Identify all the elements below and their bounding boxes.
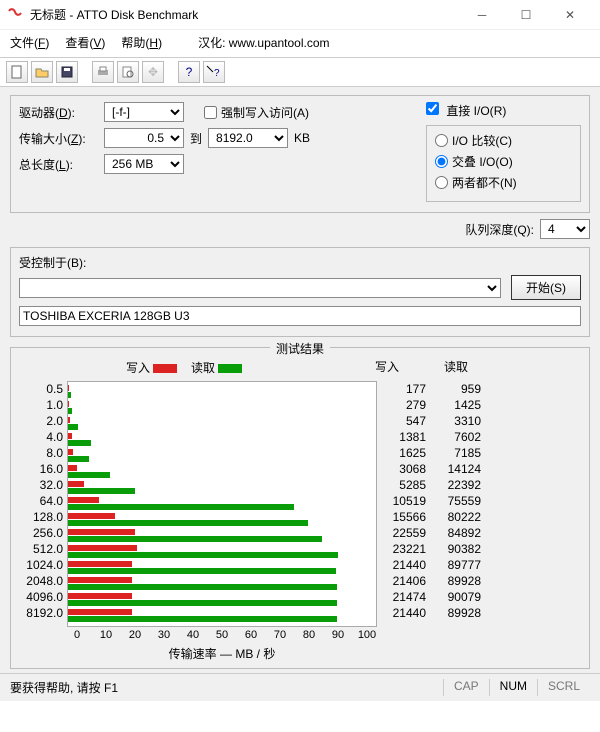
write-col-header: 写入 [350, 358, 405, 375]
force-write-label: 强制写入访问(A) [221, 104, 309, 121]
kb-unit: KB [288, 131, 310, 145]
scrl-indicator: SCRL [537, 679, 590, 696]
close-button[interactable]: ✕ [548, 1, 592, 29]
open-icon[interactable] [31, 61, 53, 83]
write-data-column: 1772795471381162530685285105191556622559… [377, 381, 432, 627]
menu-view[interactable]: 查看(V) [65, 34, 105, 51]
controlled-by-group: 受控制于(B): 开始(S) [10, 247, 590, 337]
maximize-button[interactable]: ☐ [504, 1, 548, 29]
results-group: 测试结果 写入 读取 写入 读取 0.51.02.04.08.016.032.0… [10, 347, 590, 669]
drive-select[interactable]: [-f-] [104, 102, 184, 122]
num-indicator: NUM [489, 679, 537, 696]
direct-io-checkbox[interactable] [426, 102, 439, 115]
save-icon[interactable] [56, 61, 78, 83]
help-icon[interactable]: ? [178, 61, 200, 83]
overlap-label: 交叠 I/O(O) [452, 153, 513, 170]
queue-depth-select[interactable]: 4 [540, 219, 590, 239]
preview-icon[interactable] [117, 61, 139, 83]
read-data-column: 9591425331076027185141242239275559802228… [432, 381, 487, 627]
xfer-to-select[interactable]: 8192.0 [208, 128, 288, 148]
menu-help[interactable]: 帮助(H) [121, 34, 162, 51]
status-bar: 要获得帮助, 请按 F1 CAP NUM SCRL [0, 673, 600, 701]
x-axis: 0102030405060708090100 [67, 627, 377, 643]
move-icon[interactable]: ✥ [142, 61, 164, 83]
neither-radio[interactable] [435, 176, 448, 189]
status-text: 要获得帮助, 请按 F1 [10, 679, 443, 696]
length-select[interactable]: 256 MB [104, 154, 184, 174]
device-text-input[interactable] [19, 306, 581, 326]
legend-write: 写入 [126, 359, 177, 376]
print-icon[interactable] [92, 61, 114, 83]
context-help-icon[interactable]: ? [203, 61, 225, 83]
menu-file[interactable]: 文件(F) [10, 34, 49, 51]
xfer-from-select[interactable]: 0.5 [104, 128, 184, 148]
controlled-by-select[interactable] [19, 278, 501, 298]
svg-text:?: ? [214, 68, 220, 79]
start-button[interactable]: 开始(S) [511, 275, 581, 300]
x-axis-label: 传输速率 — MB / 秒 [67, 645, 377, 662]
io-compare-radio[interactable] [435, 134, 448, 147]
io-compare-label: I/O 比较(C) [452, 132, 512, 149]
cap-indicator: CAP [443, 679, 489, 696]
menu-bar: 文件(F) 查看(V) 帮助(H) 汉化: www.upantool.com [0, 30, 600, 57]
read-col-header: 读取 [419, 358, 474, 375]
drive-label: 驱动器(D): [19, 104, 104, 121]
legend-read: 读取 [191, 359, 242, 376]
localization-credit: 汉化: www.upantool.com [198, 34, 329, 51]
direct-io-label: 直接 I/O(R) [446, 104, 506, 118]
minimize-button[interactable]: ─ [460, 1, 504, 29]
controlled-by-label: 受控制于(B): [19, 254, 581, 271]
force-write-checkbox[interactable] [204, 106, 217, 119]
toolbar: ✥ ? ? [0, 57, 600, 87]
to-label: 到 [184, 130, 208, 147]
window-title: 无标题 - ATTO Disk Benchmark [30, 6, 460, 23]
neither-label: 两者都不(N) [452, 174, 517, 191]
bar-chart [67, 381, 377, 627]
queue-depth-label: 队列深度(Q): [465, 221, 534, 238]
title-bar: 无标题 - ATTO Disk Benchmark ─ ☐ ✕ [0, 0, 600, 30]
legend: 写入 读取 写入 读取 [19, 358, 581, 377]
app-icon [8, 7, 24, 23]
new-icon[interactable] [6, 61, 28, 83]
overlap-radio[interactable] [435, 155, 448, 168]
y-axis: 0.51.02.04.08.016.032.064.0128.0256.0512… [19, 381, 67, 627]
xfer-size-label: 传输大小(Z): [19, 130, 104, 147]
io-mode-group: I/O 比较(C) 交叠 I/O(O) 两者都不(N) [426, 125, 581, 202]
results-title: 测试结果 [270, 340, 330, 357]
length-label: 总长度(L): [19, 156, 104, 173]
parameters-group: 驱动器(D): [-f-] 强制写入访问(A) 传输大小(Z): 0.5 到 8… [10, 95, 590, 213]
